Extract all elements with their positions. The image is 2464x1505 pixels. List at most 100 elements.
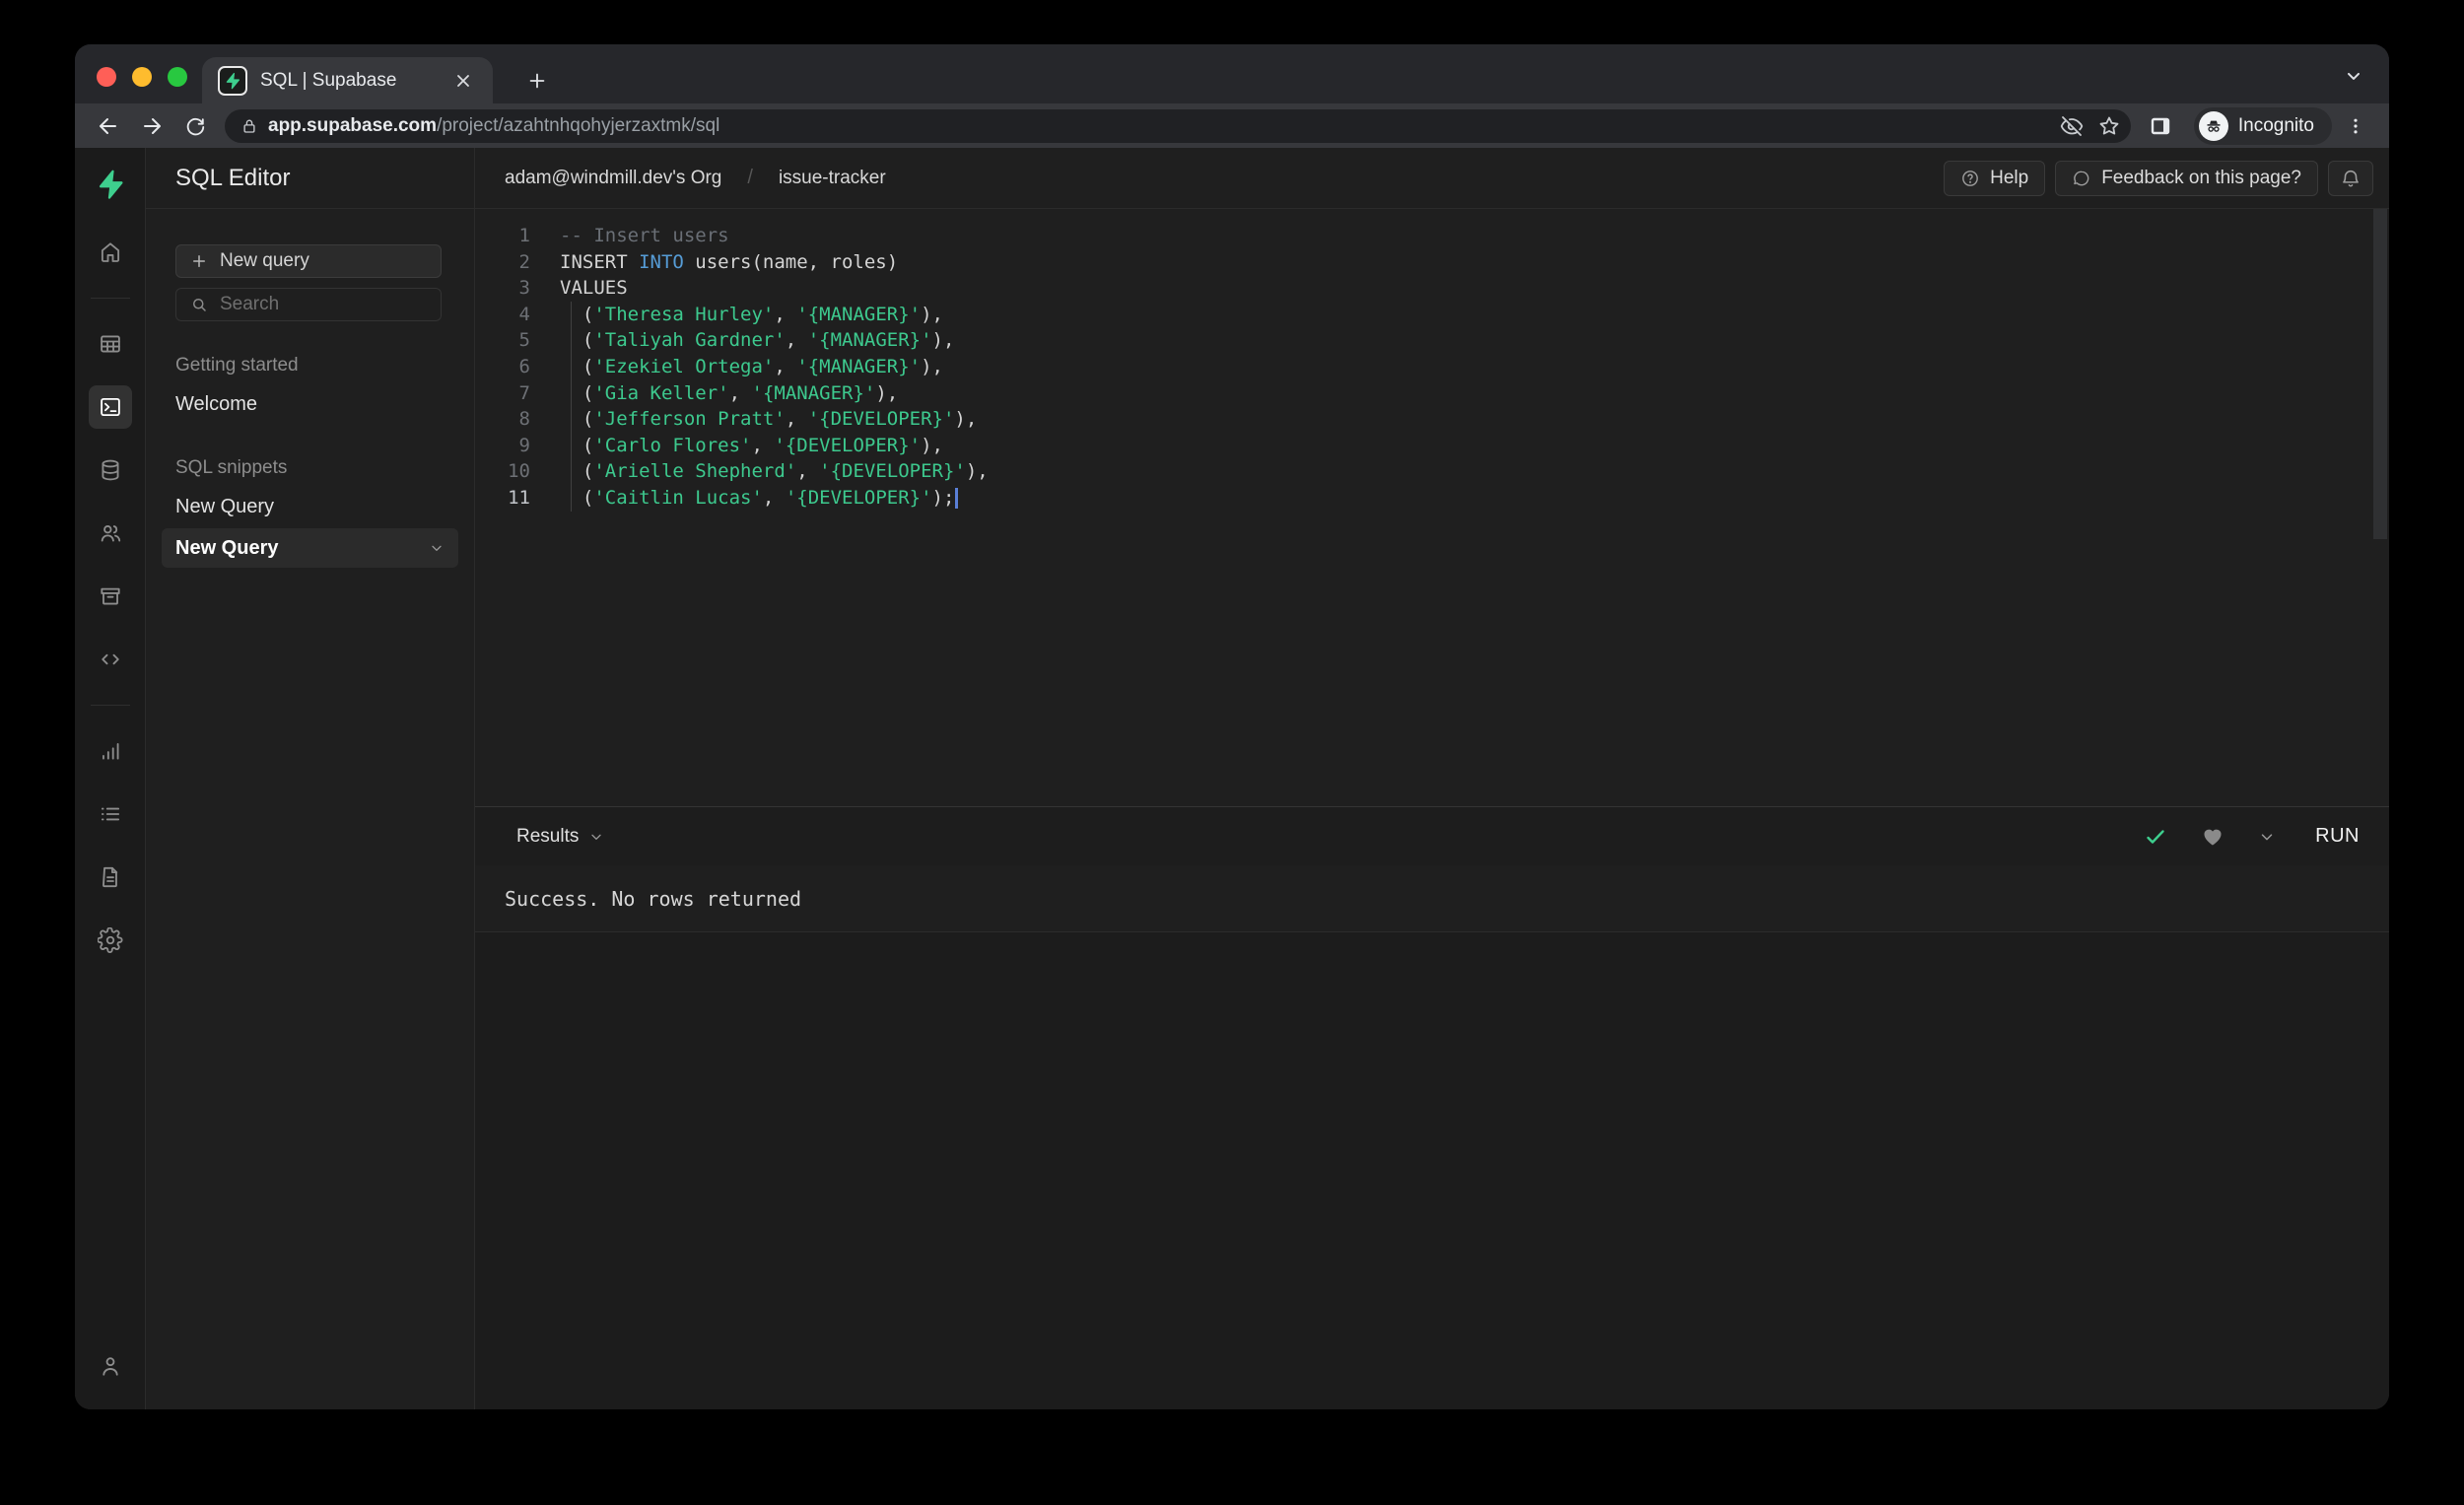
close-window-button[interactable] [97,67,116,87]
line-content: INSERT INTO users(name, roles) [560,250,899,273]
eye-off-icon[interactable] [2060,114,2084,138]
new-query-button-label: New query [220,250,309,271]
account-icon[interactable] [89,1344,132,1388]
line-content: -- Insert users [560,225,729,246]
incognito-icon [2198,110,2228,141]
chat-bubble-icon [2072,169,2091,188]
empty-results-area [475,932,2389,1409]
traffic-lights [97,67,187,87]
feedback-button-label: Feedback on this page? [2101,167,2301,188]
search-icon [190,296,208,313]
code-line[interactable]: 9 ('Carlo Flores', '{DEVELOPER}'), [475,432,2389,459]
feedback-button[interactable]: Feedback on this page? [2055,160,2318,196]
url-text: app.supabase.com/project/azahtnhqohyjerz… [268,115,2050,137]
indent-guide [571,458,572,485]
breadcrumb-separator: / [747,167,753,188]
code-line[interactable]: 2 INSERT INTO users(name, roles) [475,249,2389,276]
line-content: ('Taliyah Gardner', '{MANAGER}'), [530,327,954,354]
search-input[interactable] [220,294,427,315]
bell-icon [2340,168,2361,189]
snippet-item[interactable]: New Query [162,487,458,526]
breadcrumb-org[interactable]: adam@windmill.dev's Org [505,168,721,189]
new-query-button[interactable]: New query [175,244,442,278]
snippet-item[interactable]: Welcome [162,384,458,424]
breadcrumb-project[interactable]: issue-tracker [779,168,886,189]
query-result-message-row: Success. No rows returned [475,865,2389,932]
editor-scrollbar[interactable] [2373,209,2387,539]
tab-title: SQL | Supabase [260,69,397,91]
search-box[interactable] [175,288,442,321]
chevron-down-icon[interactable] [429,540,445,556]
help-button[interactable]: Help [1944,160,2046,196]
code-line[interactable]: 11 ('Caitlin Lucas', '{DEVELOPER}'); [475,484,2389,512]
line-content: ('Carlo Flores', '{DEVELOPER}'), [530,432,943,459]
text-cursor [955,487,958,509]
line-number: 9 [518,434,530,456]
lock-icon [240,117,258,135]
indent-guide [571,353,572,380]
line-content: ('Theresa Hurley', '{MANAGER}'), [530,301,943,328]
sql-editor-icon[interactable] [88,385,132,429]
snippet-item[interactable]: New Query [162,528,458,568]
settings-icon[interactable] [89,919,132,962]
browser-tab[interactable]: SQL | Supabase [202,57,493,103]
menu-dots-icon[interactable] [2336,107,2375,145]
line-number: 5 [518,329,530,352]
code-editor[interactable]: 1 -- Insert users 2 INSERT INTO users(name,… [475,209,2389,806]
heart-icon[interactable] [2201,825,2224,849]
forward-icon[interactable] [132,107,171,145]
api-icon[interactable] [89,638,132,681]
reports-icon[interactable] [89,729,132,773]
chevron-down-icon[interactable] [2258,828,2276,846]
code-line[interactable]: 10 ('Arielle Shepherd', '{DEVELOPER}'), [475,458,2389,485]
star-icon[interactable] [2097,114,2121,138]
run-button[interactable]: RUN [2315,825,2360,848]
code-line[interactable]: 8 ('Jefferson Pratt', '{DEVELOPER}'), [475,406,2389,433]
browser-window: SQL | Supabase app.supabase.com/project/… [75,44,2389,1409]
minimize-window-button[interactable] [132,67,152,87]
side-panel-icon[interactable] [2141,107,2180,145]
notifications-button[interactable] [2328,160,2373,196]
back-icon[interactable] [89,107,128,145]
supabase-logo[interactable] [94,168,127,201]
rail-divider [90,298,130,299]
database-icon[interactable] [89,448,132,492]
docs-icon[interactable] [89,855,132,899]
code-line[interactable]: 6 ('Ezekiel Ortega', '{MANAGER}'), [475,353,2389,380]
supabase-favicon [218,65,247,96]
code-line[interactable]: 7 ('Gia Keller', '{MANAGER}'), [475,379,2389,407]
table-editor-icon[interactable] [89,322,132,366]
results-bar: Results RUN [475,806,2389,865]
main-header: adam@windmill.dev's Org / issue-tracker … [475,148,2389,209]
url-bar[interactable]: app.supabase.com/project/azahtnhqohyjerz… [225,108,2131,143]
results-dropdown[interactable]: Results [516,826,604,848]
tab-close-icon[interactable] [449,67,477,95]
line-number: 8 [518,408,530,431]
zoom-window-button[interactable] [168,67,187,87]
line-content: ('Arielle Shepherd', '{DEVELOPER}'), [530,458,989,485]
indent-guide [571,379,572,407]
new-tab-icon[interactable] [518,62,556,100]
tab-search-chevron-icon[interactable] [2344,66,2363,86]
code-line[interactable]: 1 -- Insert users [475,223,2389,249]
auth-icon[interactable] [89,512,132,555]
indent-guide [571,432,572,459]
chevron-down-icon [588,829,604,845]
browser-toolbar: app.supabase.com/project/azahtnhqohyjerz… [75,103,2389,148]
line-content: ('Gia Keller', '{MANAGER}'), [530,379,898,407]
reload-icon[interactable] [175,107,215,145]
storage-icon[interactable] [89,575,132,618]
indent-guide [571,301,572,328]
page-title: SQL Editor [146,148,474,209]
check-icon [2144,825,2167,849]
code-line[interactable]: 5 ('Taliyah Gardner', '{MANAGER}'), [475,327,2389,354]
line-number: 10 [508,460,530,483]
main-area: adam@windmill.dev's Org / issue-tracker … [475,148,2389,1409]
code-line[interactable]: 4 ('Theresa Hurley', '{MANAGER}'), [475,301,2389,328]
sql-editor-sidebar: SQL Editor New query Getting started Welc… [146,148,475,1409]
logs-icon[interactable] [89,792,132,836]
home-icon[interactable] [89,231,132,274]
code-line[interactable]: 3 VALUES [475,275,2389,302]
tab-strip: SQL | Supabase [75,44,2389,103]
results-label: Results [516,825,580,847]
